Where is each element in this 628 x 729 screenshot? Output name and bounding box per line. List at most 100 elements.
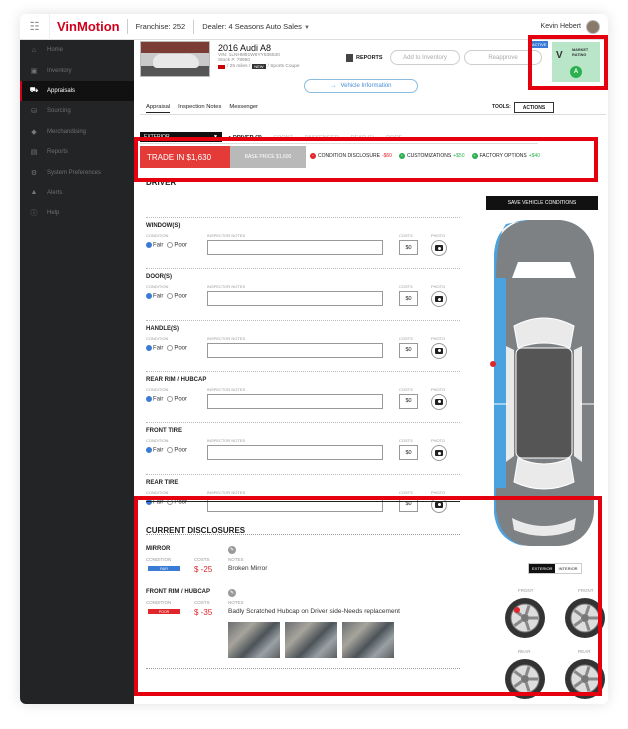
radio-icon	[146, 447, 152, 454]
exterior-toggle[interactable]: EXTERIOR	[529, 564, 556, 573]
interior-toggle[interactable]: INTERIOR	[555, 564, 580, 573]
damage-photo[interactable]	[342, 622, 394, 658]
fair-radio[interactable]: Fair	[146, 293, 163, 300]
summary-label: CONDITION DISCLOSURE	[318, 153, 380, 159]
user-menu[interactable]: Kevin Hebert	[541, 19, 608, 34]
camera-icon	[435, 296, 443, 303]
market-rating-panel[interactable]: V MARKET RATING A	[552, 42, 600, 82]
vehicle-photo[interactable]	[140, 41, 210, 77]
sidebar-item-appraisals[interactable]: ⛟ Appraisals	[20, 80, 134, 102]
poor-radio[interactable]: Poor	[167, 293, 187, 300]
sidebar-item-system-preferences[interactable]: ⚙ System Preferences	[20, 162, 134, 182]
vehicle-diagram[interactable]	[488, 218, 600, 548]
plus-icon: +	[398, 153, 405, 159]
photo-button[interactable]	[431, 496, 447, 513]
fair-radio[interactable]: Fair	[146, 447, 163, 454]
cost-input[interactable]: $0	[399, 496, 418, 512]
damage-marker[interactable]	[490, 361, 496, 367]
tire-icon[interactable]	[504, 597, 546, 639]
radio-icon	[146, 344, 152, 351]
section-tab[interactable]: ● DRIVER (3)	[228, 135, 262, 141]
photo-label: PHOTO	[431, 438, 446, 444]
damage-marker[interactable]	[514, 607, 520, 613]
edit-icon[interactable]: ✎	[228, 546, 236, 554]
sidebar-item-inventory[interactable]: ▣ Inventory	[20, 60, 134, 80]
poor-radio[interactable]: Poor	[167, 395, 187, 402]
reports-button[interactable]: REPORTS	[346, 54, 383, 62]
inspector-notes-input[interactable]	[207, 240, 383, 255]
photo-button[interactable]	[431, 393, 447, 410]
cost-input[interactable]: $0	[399, 240, 418, 255]
cost-input[interactable]: $0	[399, 342, 418, 358]
sidebar-item-reports[interactable]: ▤ Reports	[20, 142, 134, 162]
dealer-select[interactable]: Dealer: 4 Seasons Auto Sales ▼	[194, 22, 318, 31]
item-title: REAR TIRE	[146, 479, 179, 486]
vehicle-information-button[interactable]: → Vehicle Information	[304, 79, 418, 93]
damage-photo[interactable]	[285, 622, 337, 658]
section-tab[interactable]: FRONT	[274, 135, 293, 141]
section-tab[interactable]: REAR (1)	[351, 135, 375, 141]
tire-icon[interactable]	[564, 597, 606, 639]
reapprove-button[interactable]: Reapprove	[464, 50, 542, 65]
cost-input[interactable]: $0	[399, 393, 418, 409]
edit-icon[interactable]: ✎	[228, 589, 236, 597]
tab-messenger[interactable]: Messenger	[229, 104, 258, 113]
condition-radios: Fair Poor	[146, 242, 187, 249]
damage-photo[interactable]	[228, 622, 280, 658]
cost-input[interactable]: $0	[399, 291, 418, 307]
sidebar-item-label: Reports	[47, 149, 69, 156]
section-tab[interactable]: ROOF	[386, 135, 402, 141]
inspector-notes-input[interactable]	[207, 445, 383, 461]
add-to-inventory-button[interactable]: Add to Inventory	[390, 50, 460, 65]
save-conditions-button[interactable]: SAVE VEHICLE CONDITIONS	[486, 196, 598, 210]
sidebar-item-alerts[interactable]: ▲ Alerts	[20, 183, 134, 203]
sidebar-item-home[interactable]: ⌂ Home	[20, 40, 134, 60]
sidebar-item-merchandising[interactable]: ◆ Merchandising	[20, 122, 134, 142]
inspector-notes-input[interactable]	[207, 342, 383, 358]
condition-label: CONDITION	[146, 600, 172, 605]
tab-appraisal[interactable]: Appraisal	[146, 104, 171, 113]
fair-radio[interactable]: Fair	[146, 344, 163, 351]
divider	[140, 114, 606, 115]
poor-radio[interactable]: Poor	[167, 447, 187, 454]
divider	[146, 534, 460, 535]
disclosure-note: Badly Scratched Hubcap on Driver side-Ne…	[228, 608, 400, 615]
section-tab[interactable]: PASSENGER	[305, 135, 339, 141]
notes-label: NOTES	[228, 557, 244, 562]
actions-button[interactable]: ACTIONS	[514, 102, 554, 113]
vehicle-miles: / 25 miles /	[227, 64, 251, 69]
app-grid-icon[interactable]: ☷	[20, 14, 50, 40]
summary-item: + CUSTOMIZATIONS +$50	[398, 153, 465, 159]
photo-button[interactable]	[431, 240, 447, 256]
market-logo-icon: V	[556, 50, 563, 61]
reports-label: REPORTS	[356, 55, 383, 61]
cost-input[interactable]: $0	[399, 445, 418, 461]
inspector-notes-input[interactable]	[207, 496, 383, 512]
tire-icon[interactable]	[564, 658, 606, 700]
driver-side-panel[interactable]	[494, 278, 506, 488]
sidebar-item-help[interactable]: ⓘ Help	[20, 203, 134, 223]
tab-inspection-notes[interactable]: Inspection Notes	[178, 104, 221, 113]
area-select[interactable]: EXTERIOR ▼	[140, 132, 222, 142]
hood-line	[512, 262, 576, 278]
item-title: DOOR(S)	[146, 274, 172, 281]
fair-radio[interactable]: Fair	[146, 395, 163, 402]
radio-icon	[167, 395, 174, 402]
windshield[interactable]	[513, 317, 575, 349]
roof[interactable]	[515, 347, 573, 459]
inspector-notes-input[interactable]	[207, 393, 383, 409]
fair-radio[interactable]: Fair	[146, 242, 163, 249]
inspector-notes-input[interactable]	[207, 291, 383, 307]
tire-icon[interactable]	[504, 658, 546, 700]
disclosure-title: FRONT RIM / HUBCAP	[146, 589, 210, 595]
costs-label: COSTS	[194, 557, 210, 562]
sidebar-item-sourcing[interactable]: ⛁ Sourcing	[20, 101, 134, 121]
poor-radio[interactable]: Poor	[167, 242, 187, 249]
poor-radio[interactable]: Poor	[167, 344, 187, 351]
photo-button[interactable]	[431, 291, 447, 308]
photo-button[interactable]	[431, 342, 447, 359]
tag-icon: ◆	[31, 128, 37, 136]
avatar[interactable]	[586, 19, 600, 34]
condition-label: CONDITION	[146, 489, 169, 495]
photo-button[interactable]	[431, 445, 447, 462]
